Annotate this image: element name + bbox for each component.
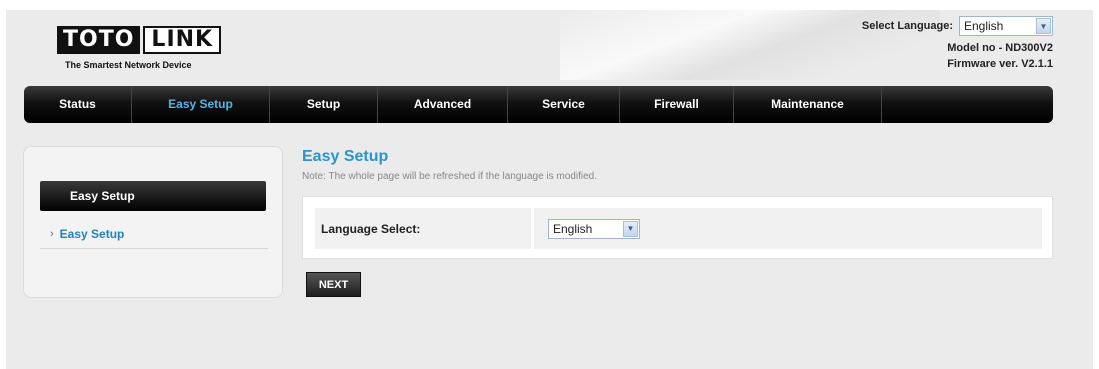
language-label: Select Language: <box>861 20 953 32</box>
language-select-dropdown[interactable]: English ▼ <box>548 218 640 239</box>
language-dropdown-value: English <box>964 19 1004 33</box>
chevron-down-icon[interactable]: ▼ <box>1036 18 1051 34</box>
next-button[interactable]: NEXT <box>306 272 361 297</box>
settings-panel: Language Select: English ▼ <box>302 196 1053 259</box>
page-note: Note: The whole page will be refreshed i… <box>302 171 597 182</box>
language-dropdown[interactable]: English ▼ <box>959 16 1053 36</box>
nav-service[interactable]: Service <box>508 86 620 123</box>
totolink-logo: TOTO LINK The Smartest Network Device <box>57 26 237 74</box>
main-nav: Status Easy Setup Setup Advanced Service… <box>24 86 1053 123</box>
sidebar: Easy Setup › Easy Setup <box>23 146 283 298</box>
logo-tagline: The Smartest Network Device <box>65 60 192 70</box>
nav-advanced[interactable]: Advanced <box>378 86 508 123</box>
nav-status[interactable]: Status <box>24 86 132 123</box>
model-number: Model no - ND300V2 <box>947 42 1053 54</box>
sidebar-item-label: Easy Setup <box>59 226 125 241</box>
page-title: Easy Setup <box>302 148 389 165</box>
nav-firewall[interactable]: Firewall <box>620 86 734 123</box>
language-selector: Select Language: English ▼ <box>862 16 1053 36</box>
sidebar-item-easy-setup[interactable]: › Easy Setup <box>40 219 268 249</box>
logo-word-link: LINK <box>143 26 222 54</box>
language-select-cell: English ▼ <box>534 208 1042 249</box>
language-select-value: English <box>553 221 593 236</box>
nav-maintenance[interactable]: Maintenance <box>734 86 882 123</box>
language-select-row: Language Select: English ▼ <box>315 208 1042 249</box>
chevron-down-icon[interactable]: ▼ <box>623 220 638 237</box>
nav-easy-setup[interactable]: Easy Setup <box>132 86 270 123</box>
sidebar-header: Easy Setup <box>40 181 266 211</box>
language-select-label: Language Select: <box>315 208 531 249</box>
firmware-version: Firmware ver. V2.1.1 <box>947 58 1053 70</box>
chevron-right-icon: › <box>50 227 54 240</box>
logo-word-toto: TOTO <box>57 26 141 54</box>
nav-setup[interactable]: Setup <box>270 86 378 123</box>
